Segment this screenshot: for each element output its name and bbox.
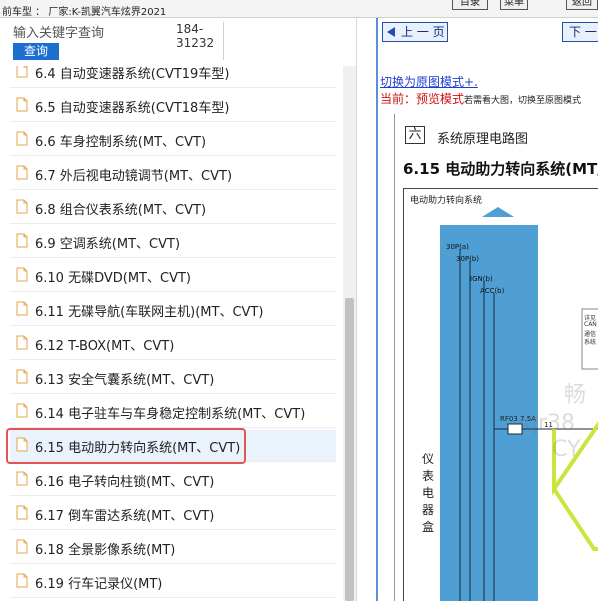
circuit-drawing: [440, 207, 598, 601]
document-page: 六 系统原理电路图 6.15 电动助力转向系统(MT/C 电动助力转向系统 30…: [394, 114, 598, 601]
toc-item[interactable]: 6.14 电子驻车与车身稳定控制系统(MT、CVT): [10, 396, 336, 428]
fuse-box-char: 表: [421, 469, 434, 483]
toc-item-label: 6.9 空调系统(MT、CVT): [35, 237, 181, 252]
document-icon: [16, 437, 28, 452]
scroll-thumb[interactable]: [345, 298, 354, 601]
prev-page-button[interactable]: 上 一 页: [382, 22, 448, 42]
toc-item-label: 6.4 自动变速器系统(CVT19车型): [35, 67, 230, 82]
section-title: 系统原理电路图: [437, 132, 529, 147]
side-note: CAN: [584, 321, 597, 328]
pin-label: 30P(b): [456, 255, 480, 263]
toc-item[interactable]: 6.8 组合仪表系统(MT、CVT): [10, 192, 336, 224]
toc-item-label: 6.6 车身控制系统(MT、CVT): [35, 135, 207, 150]
pin-label: IGN(b): [470, 275, 493, 283]
toc-item[interactable]: 6.7 外后视电动镜调节(MT、CVT): [10, 158, 336, 190]
toc-item[interactable]: 6.15 电动助力转向系统(MT、CVT): [10, 430, 336, 462]
toc-item[interactable]: 6.10 无碟DVD(MT、CVT): [10, 260, 336, 292]
pin-label: 30P(a): [446, 243, 469, 251]
document-icon: [16, 369, 28, 384]
wire-green-2: [552, 487, 598, 551]
toc-item[interactable]: 6.5 自动变速器系统(CVT18车型): [10, 90, 336, 122]
document-icon: [16, 403, 28, 418]
toc-item-label: 6.16 电子转向柱锁(MT、CVT): [35, 475, 215, 490]
toc-list: 6.4 自动变速器系统(CVT19车型) 6.5 自动变速器系统(CVT18车型)…: [0, 66, 342, 601]
current-label: 当前：: [380, 92, 417, 106]
toc-item-label: 6.18 全景影像系统(MT): [35, 543, 176, 558]
prev-page-label: 上 一 页: [401, 25, 445, 39]
toc-item[interactable]: 6.9 空调系统(MT、CVT): [10, 226, 336, 258]
toc-item[interactable]: 6.19 行车记录仪(MT): [10, 566, 336, 598]
document-icon: [16, 97, 28, 112]
document-icon: [16, 233, 28, 248]
toc-item[interactable]: 6.11 无碟导航(车联网主机)(MT、CVT): [10, 294, 336, 326]
toc-scrollbar[interactable]: [343, 66, 356, 601]
top-bar: 前车型 ： 厂家:K-凯翼汽车炫界2021 目录 菜单 返回: [0, 0, 598, 18]
toc-item-label: 6.19 行车记录仪(MT): [35, 577, 163, 592]
toc-item[interactable]: 6.17 倒车雷达系统(MT、CVT): [10, 498, 336, 530]
code-line-1: 184-: [176, 22, 204, 36]
arrow-left-icon: [387, 27, 395, 37]
next-page-button[interactable]: 下 一: [562, 22, 598, 42]
toc-item[interactable]: 6.16 电子转向柱锁(MT、CVT): [10, 464, 336, 496]
toc-item[interactable]: 6.4 自动变速器系统(CVT19车型): [10, 66, 336, 88]
document-icon: [16, 301, 28, 316]
back-button[interactable]: 返回: [566, 0, 598, 10]
pin-label: ACC(b): [480, 287, 505, 295]
document-icon: [16, 267, 28, 282]
code-readout: 184- 31232: [172, 22, 224, 60]
breadcrumb: 前车型 ： 厂家:K-凯翼汽车炫界2021: [2, 7, 167, 18]
panel-divider[interactable]: [356, 18, 376, 601]
toc-item-label: 6.12 T-BOX(MT、CVT): [35, 339, 175, 354]
mode-status: 当前：预览模式若需看大图，切换至原图模式: [380, 90, 581, 107]
document-icon: [16, 66, 28, 78]
arrow-up-shape: [482, 207, 514, 217]
document-title: 6.15 电动助力转向系统(MT/C: [403, 160, 598, 178]
document-icon: [16, 131, 28, 146]
fuse-box-char: 电: [421, 486, 434, 500]
menu-button[interactable]: 菜单: [500, 0, 528, 10]
toc-item-label: 6.13 安全气囊系统(MT、CVT): [35, 373, 215, 388]
toc-item-label: 6.8 组合仪表系统(MT、CVT): [35, 203, 207, 218]
toc-item-label: 6.10 无碟DVD(MT、CVT): [35, 271, 191, 286]
toc-item-label: 6.17 倒车雷达系统(MT、CVT): [35, 509, 215, 524]
toc-item[interactable]: 6.6 车身控制系统(MT、CVT): [10, 124, 336, 156]
document-icon: [16, 539, 28, 554]
next-page-label: 下 一: [569, 25, 597, 39]
fuse-pin: 11: [544, 421, 553, 429]
document-icon: [16, 165, 28, 180]
fuse-box-char: 仪: [421, 452, 434, 466]
document-viewer: 上 一 页 下 一 切换为原图模式+. 当前：预览模式若需看大图，切换至原图模式…: [376, 18, 598, 601]
toc-item[interactable]: 6.12 T-BOX(MT、CVT): [10, 328, 336, 360]
code-line-2: 31232: [176, 36, 215, 50]
fuse-box-char: 盒: [421, 520, 434, 534]
document-icon: [16, 573, 28, 588]
current-mode: 预览模式: [416, 92, 465, 106]
side-note: 系统: [584, 339, 597, 346]
toc-item-label: 6.15 电动助力转向系统(MT、CVT): [35, 441, 241, 456]
toc-panel: 查询 184- 31232 6.4 自动变速器系统(CVT19车型) 6.5 自动…: [0, 18, 356, 601]
toc-item-label: 6.14 电子驻车与车身稳定控制系统(MT、CVT): [35, 407, 306, 422]
toc-item-label: 6.5 自动变速器系统(CVT18车型): [35, 101, 230, 116]
section-number: 六: [405, 126, 425, 144]
toc-item-label: 6.11 无碟导航(车联网主机)(MT、CVT): [35, 305, 264, 320]
toc-item[interactable]: 6.18 全景影像系统(MT): [10, 532, 336, 564]
circuit-diagram: 电动助力转向系统 30P(a) 30P(b) IGN(b) ACC(b) RF0…: [403, 188, 598, 601]
document-icon: [16, 505, 28, 520]
toc-item-label: 6.7 外后视电动镜调节(MT、CVT): [35, 169, 233, 184]
document-icon: [16, 471, 28, 486]
fuse-symbol: [507, 423, 523, 435]
fuse-box-char: 器: [421, 503, 434, 517]
toc-item[interactable]: 6.13 安全气囊系统(MT、CVT): [10, 362, 336, 394]
mode-tip: 若需看大图，切换至原图模式: [464, 96, 582, 106]
fuse-label: RF03 7.5A: [500, 415, 536, 423]
document-icon: [16, 199, 28, 214]
fuse-box-label: 仪 表 电 器 盒: [421, 451, 435, 536]
document-icon: [16, 335, 28, 350]
search-input[interactable]: [13, 25, 173, 41]
switch-mode-link[interactable]: 切换为原图模式+.: [380, 73, 478, 90]
search-button[interactable]: 查询: [13, 43, 59, 60]
catalog-button[interactable]: 目录: [452, 0, 488, 10]
